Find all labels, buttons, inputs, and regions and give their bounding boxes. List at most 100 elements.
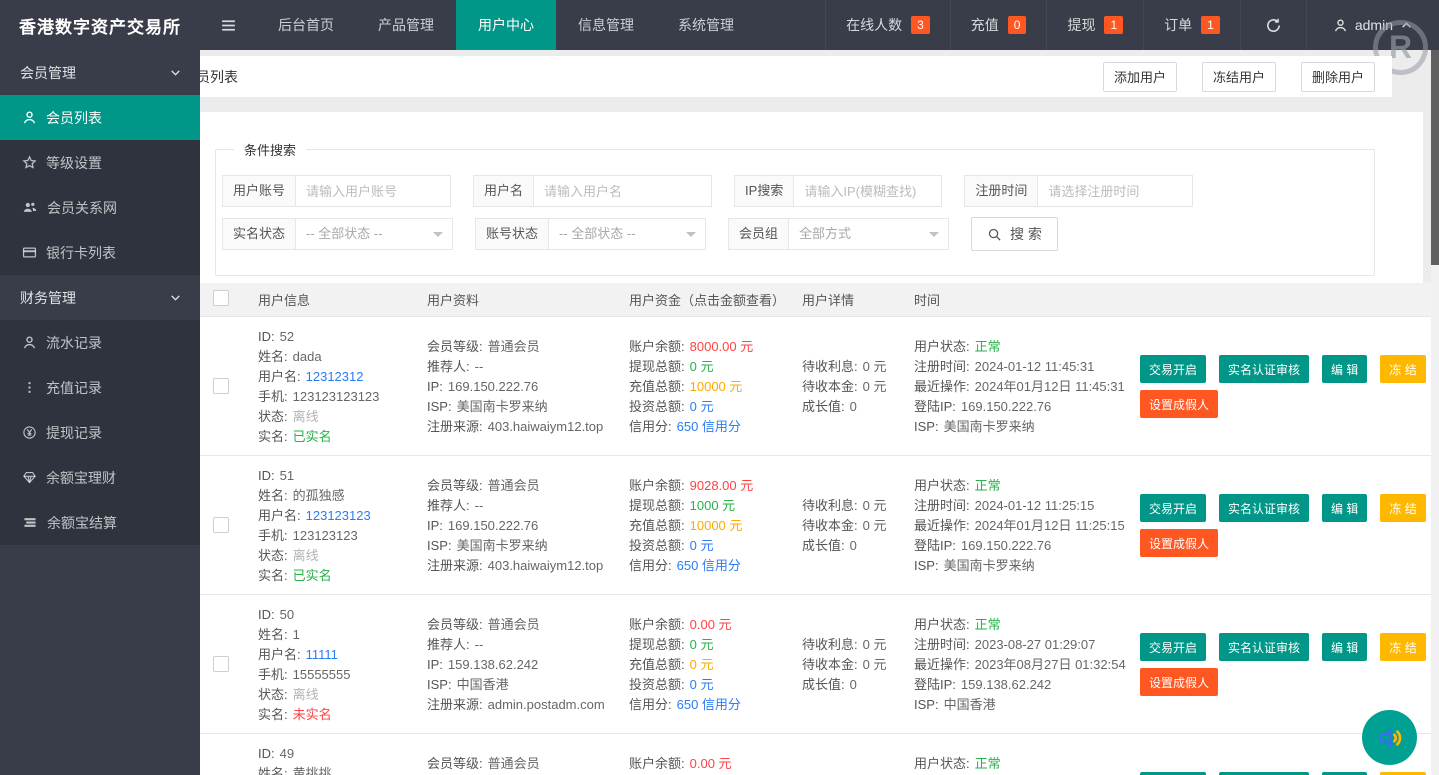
nav-item-home[interactable]: 后台首页	[256, 0, 356, 50]
nav-stat-online-count[interactable]: 在线人数3	[825, 0, 950, 50]
field-value: 0 元	[863, 498, 887, 513]
field-label: 手机:	[258, 528, 288, 543]
field-label: 实名:	[258, 707, 288, 722]
select-value: -- 全部状态 --	[559, 226, 636, 241]
credit-score[interactable]: 650 信用分	[677, 697, 741, 712]
sidebar-item-withdraw-records[interactable]: 提现记录	[0, 410, 200, 455]
edit-button[interactable]: 编 辑	[1322, 494, 1367, 522]
realname-audit-button[interactable]: 实名认证审核	[1219, 494, 1309, 522]
select-member-group[interactable]: 全部方式	[789, 218, 949, 250]
recharge-total[interactable]: 0 元	[690, 657, 714, 672]
nav-item-system[interactable]: 系统管理	[656, 0, 756, 50]
field-label: ID:	[258, 329, 275, 344]
balance-amount[interactable]: 0.00 元	[690, 617, 732, 632]
menu-toggle-button[interactable]	[200, 0, 256, 50]
field-value: 50	[280, 607, 294, 622]
cell-time: 用户状态:正常	[906, 734, 1138, 774]
sidebar-item-yuebao-settlement[interactable]: 余额宝结算	[0, 500, 200, 545]
field-value: 黄挑挑	[293, 766, 332, 775]
realname-audit-button[interactable]: 实名认证审核	[1219, 355, 1309, 383]
column-header: 用户资料	[419, 290, 621, 309]
search-input-ip[interactable]	[794, 175, 942, 207]
nav-item-products[interactable]: 产品管理	[356, 0, 456, 50]
sidebar-item-yuebao-finance[interactable]: 余额宝理财	[0, 455, 200, 500]
row-checkbox[interactable]	[213, 656, 229, 672]
invest-total[interactable]: 0 元	[690, 538, 714, 553]
row-field: 账户余额:0.00 元	[629, 754, 794, 774]
trade-open-button[interactable]: 交易开启	[1140, 494, 1206, 522]
withdraw-total[interactable]: 1000 元	[690, 498, 736, 513]
invest-total[interactable]: 0 元	[690, 399, 714, 414]
field-label: 实名:	[258, 429, 288, 444]
sidebar-group-finance-management[interactable]: 财务管理	[0, 275, 200, 320]
balance-amount[interactable]: 8000.00 元	[690, 339, 754, 354]
nav-stat-withdraw[interactable]: 提现1	[1046, 0, 1143, 50]
nav-item-info[interactable]: 信息管理	[556, 0, 656, 50]
search-input-account[interactable]	[296, 175, 451, 207]
freeze-button[interactable]: 冻 结	[1380, 633, 1425, 661]
sidebar-item-bank-cards[interactable]: 银行卡列表	[0, 230, 200, 275]
field-label: 用户状态:	[914, 339, 970, 354]
credit-score[interactable]: 650 信用分	[677, 419, 741, 434]
sidebar-group-member-management[interactable]: 会员管理	[0, 50, 200, 95]
scrollbar-thumb[interactable]	[1431, 50, 1439, 265]
set-fake-button[interactable]: 设置成假人	[1140, 390, 1218, 418]
select-realname-status[interactable]: -- 全部状态 --	[296, 218, 453, 250]
announcement-button[interactable]	[1362, 710, 1417, 765]
search-input-register-time[interactable]	[1038, 175, 1193, 207]
cell-actions: 交易开启实名认证审核编 辑冻 结设置成假人	[1138, 595, 1431, 696]
credit-score[interactable]: 650 信用分	[677, 558, 741, 573]
row-checkbox[interactable]	[213, 378, 229, 394]
balance-amount[interactable]: 9028.00 元	[690, 478, 754, 493]
realname-audit-button[interactable]: 实名认证审核	[1219, 633, 1309, 661]
sidebar-item-member-list[interactable]: 会员列表	[0, 95, 200, 140]
select-label-account-status: 账号状态	[475, 218, 549, 250]
username-link[interactable]: 12312312	[306, 369, 364, 384]
row-field: 推荐人:--	[427, 496, 621, 516]
withdraw-total[interactable]: 0 元	[690, 359, 714, 374]
sidebar-item-member-network[interactable]: 会员关系网	[0, 185, 200, 230]
row-field: 信用分:650 信用分	[629, 556, 794, 576]
username-link[interactable]: 123123123	[306, 508, 371, 523]
row-field: ISP:美国南卡罗来纳	[427, 397, 621, 417]
delete-user-button[interactable]: 删除用户	[1301, 62, 1375, 92]
sidebar-item-flow-records[interactable]: 流水记录	[0, 320, 200, 365]
nav-stat-orders[interactable]: 订单1	[1143, 0, 1240, 50]
freeze-button[interactable]: 冻 结	[1380, 494, 1425, 522]
select-all-checkbox[interactable]	[213, 290, 229, 306]
field-value: 0 元	[863, 518, 887, 533]
edit-button[interactable]: 编 辑	[1322, 355, 1367, 383]
sidebar-item-label: 等级设置	[46, 153, 102, 173]
row-field: ISP:美国南卡罗来纳	[914, 417, 1138, 437]
trade-open-button[interactable]: 交易开启	[1140, 633, 1206, 661]
balance-amount[interactable]: 0.00 元	[690, 756, 732, 771]
row-field: IP:169.150.222.76	[427, 516, 621, 536]
invest-total[interactable]: 0 元	[690, 677, 714, 692]
row-checkbox[interactable]	[213, 517, 229, 533]
field-value: 169.150.222.76	[961, 538, 1051, 553]
recharge-total[interactable]: 10000 元	[690, 379, 743, 394]
set-fake-button[interactable]: 设置成假人	[1140, 529, 1218, 557]
freeze-user-button[interactable]: 冻结用户	[1202, 62, 1276, 92]
refresh-button[interactable]	[1240, 0, 1306, 50]
nav-stat-recharge[interactable]: 充值0	[950, 0, 1047, 50]
search-input-username[interactable]	[534, 175, 712, 207]
brand-logo: 香港数字资产交易所	[0, 0, 200, 50]
sidebar-item-level-settings[interactable]: 等级设置	[0, 140, 200, 185]
edit-button[interactable]: 编 辑	[1322, 633, 1367, 661]
sidebar-item-recharge-records[interactable]: 充值记录	[0, 365, 200, 410]
nav-item-user-center[interactable]: 用户中心	[456, 0, 556, 50]
field-value: 123123123	[293, 528, 358, 543]
search-button[interactable]: 搜 索	[971, 217, 1058, 251]
freeze-button[interactable]: 冻 结	[1380, 355, 1425, 383]
search-group-account: 用户账号	[222, 175, 451, 207]
set-fake-button[interactable]: 设置成假人	[1140, 668, 1218, 696]
trade-open-button[interactable]: 交易开启	[1140, 355, 1206, 383]
withdraw-total[interactable]: 0 元	[690, 637, 714, 652]
row-field: ID:49	[258, 744, 419, 764]
add-user-button[interactable]: 添加用户	[1103, 62, 1177, 92]
username-link[interactable]: 11111	[306, 647, 338, 662]
recharge-total[interactable]: 10000 元	[690, 518, 743, 533]
field-label: 待收本金:	[802, 379, 858, 394]
select-account-status[interactable]: -- 全部状态 --	[549, 218, 706, 250]
